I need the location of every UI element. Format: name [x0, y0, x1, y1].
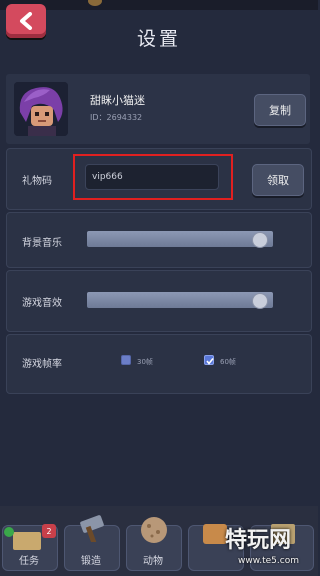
task-badge: 2: [42, 524, 56, 538]
fps-60-checkbox[interactable]: [204, 355, 214, 365]
character-portrait-icon: [14, 82, 68, 136]
music-slider-handle[interactable]: [251, 232, 268, 248]
sfx-slider-handle[interactable]: [251, 293, 268, 309]
avatar: [14, 82, 68, 136]
copy-button[interactable]: 复制: [254, 94, 306, 126]
nickname: 甜眯小猫迷: [90, 94, 145, 107]
framerate-label: 游戏帧率: [22, 359, 62, 370]
page-title: 设置: [136, 28, 181, 50]
fps-60-label: 60帧: [220, 358, 236, 366]
tab-animals-label: 动物: [143, 556, 163, 567]
tab-tasks-label: 任务: [19, 556, 39, 567]
gift-code-label: 礼物码: [22, 176, 52, 187]
sfx-label: 游戏音效: [22, 298, 62, 309]
watermark-url: www.te5.com: [238, 556, 299, 566]
music-label: 背景音乐: [22, 238, 62, 249]
check-icon: [206, 358, 214, 365]
sfx-slider[interactable]: [87, 292, 273, 308]
claim-button[interactable]: 领取: [252, 164, 304, 196]
highlight-box: [73, 154, 233, 200]
hammer-icon: [80, 515, 104, 542]
top-strip: [0, 0, 318, 10]
fps-30-checkbox[interactable]: [121, 355, 131, 365]
cookie-icon: [141, 517, 167, 543]
watermark-logo: 特玩网: [225, 528, 292, 553]
tab-forge-label: 锻造: [81, 556, 101, 567]
fps-30-label: 30帧: [137, 358, 153, 366]
user-id: ID：2694332: [90, 113, 143, 122]
music-slider[interactable]: [87, 231, 273, 247]
